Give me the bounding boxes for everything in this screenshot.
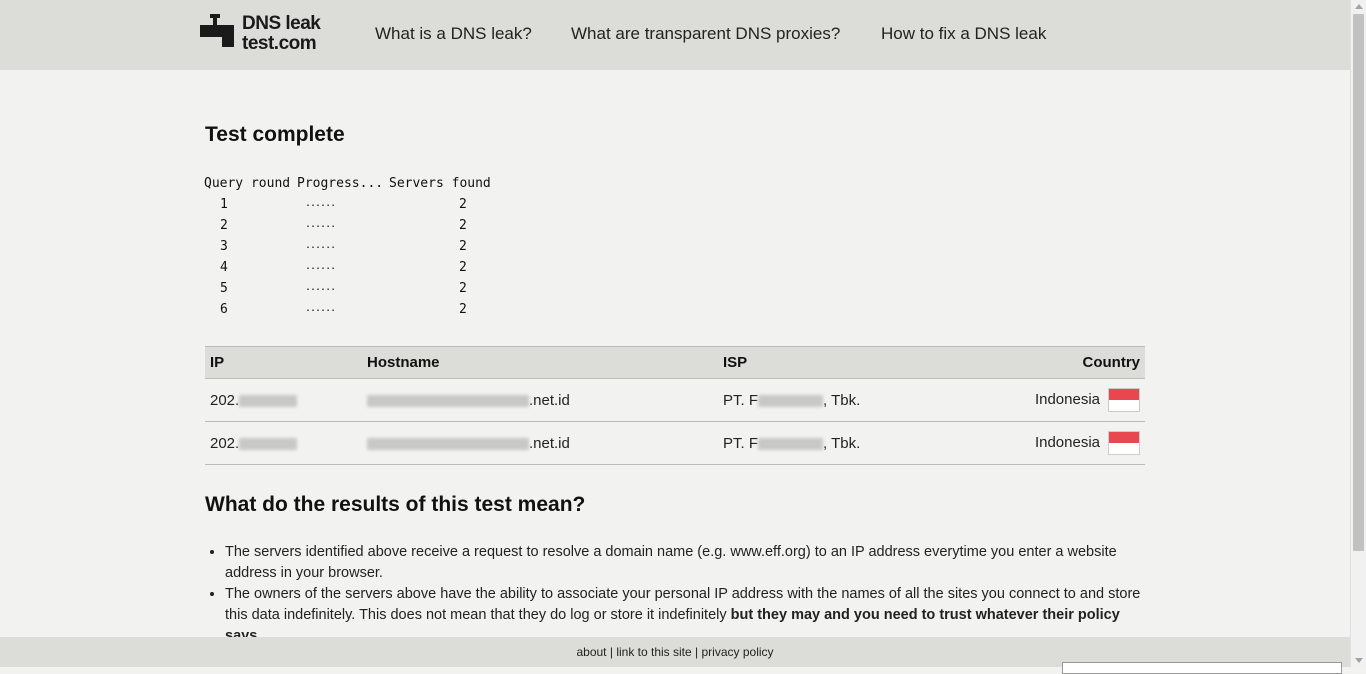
- servers-found-count: 2: [459, 281, 467, 296]
- servers-found-count: 2: [459, 218, 467, 233]
- explanation-list: The servers identified above receive a r…: [205, 542, 1155, 637]
- progress-header: Progress...: [297, 176, 384, 191]
- servers-found-count: 2: [459, 302, 467, 317]
- query-row: 3 ...... 2: [204, 239, 504, 260]
- table-row: 202. .net.id PT. F , Tbk. Indonesia: [205, 378, 1145, 422]
- query-round-number: 3: [220, 239, 228, 254]
- progress-dots: ......: [305, 261, 336, 272]
- hostname-column-header: Hostname: [362, 346, 718, 379]
- ip-cell: 202.: [205, 421, 362, 465]
- bullet-text: The servers identified above receive a r…: [225, 544, 1117, 581]
- redacted-ip: [239, 437, 298, 450]
- servers-found-header: Servers found: [389, 176, 491, 191]
- isp-prefix: PT. F: [723, 391, 759, 409]
- query-round-number: 6: [220, 302, 228, 317]
- main-content: Test complete Query round Progress... Se…: [0, 70, 1350, 637]
- scroll-down-arrow-icon[interactable]: [1355, 658, 1363, 663]
- country-name: Indonesia: [1034, 433, 1100, 451]
- redacted-isp: [758, 394, 824, 407]
- logo-text: DNS leak test.com: [242, 13, 321, 54]
- site-logo[interactable]: DNS leak test.com: [200, 14, 335, 56]
- hostname-cell: .net.id: [362, 421, 718, 465]
- isp-suffix: , Tbk.: [823, 391, 861, 409]
- list-item: The servers identified above receive a r…: [225, 542, 1155, 584]
- query-round-number: 2: [220, 218, 228, 233]
- progress-dots: ......: [305, 198, 336, 209]
- test-status-title: Test complete: [205, 123, 345, 146]
- isp-column-header: ISP: [718, 346, 978, 379]
- servers-found-count: 2: [459, 239, 467, 254]
- ip-prefix: 202.: [210, 434, 240, 452]
- redacted-hostname: [367, 437, 529, 450]
- scroll-thumb[interactable]: [1353, 14, 1364, 551]
- isp-suffix: , Tbk.: [823, 434, 861, 452]
- isp-cell: PT. F , Tbk.: [718, 421, 978, 465]
- scroll-up-arrow-icon[interactable]: [1355, 4, 1363, 9]
- indonesia-flag-icon: [1108, 431, 1140, 455]
- hostname-suffix: .net.id: [529, 434, 570, 452]
- country-cell: Indonesia: [978, 378, 1145, 422]
- progress-dots: ......: [305, 219, 336, 230]
- privacy-policy-link[interactable]: privacy policy: [702, 645, 774, 659]
- logo-line-2: test.com: [242, 33, 317, 54]
- table-header-row: IP Hostname ISP Country: [205, 346, 1145, 379]
- vertical-scrollbar[interactable]: [1350, 0, 1366, 667]
- country-name: Indonesia: [1034, 390, 1100, 408]
- footer-separator: |: [609, 645, 613, 659]
- progress-dots: ......: [305, 303, 336, 314]
- nav-link-fix-dns-leak[interactable]: How to fix a DNS leak: [881, 24, 1046, 44]
- query-round-header: Query round: [204, 176, 291, 191]
- isp-cell: PT. F , Tbk.: [718, 378, 978, 422]
- redacted-isp: [758, 437, 824, 450]
- isp-prefix: PT. F: [723, 434, 759, 452]
- query-row: 2 ...... 2: [204, 218, 504, 239]
- hostname-suffix: .net.id: [529, 391, 570, 409]
- servers-found-count: 2: [459, 197, 467, 212]
- redacted-ip: [239, 394, 298, 407]
- query-round-number: 5: [220, 281, 228, 296]
- results-meaning-heading: What do the results of this test mean?: [205, 493, 586, 516]
- ip-cell: 202.: [205, 378, 362, 422]
- country-cell: Indonesia: [978, 421, 1145, 465]
- ip-prefix: 202.: [210, 391, 240, 409]
- table-row: 202. .net.id PT. F , Tbk. Indonesia: [205, 421, 1145, 465]
- site-header: DNS leak test.com What is a DNS leak? Wh…: [0, 0, 1350, 70]
- indonesia-flag-icon: [1108, 388, 1140, 412]
- progress-dots: ......: [305, 240, 336, 251]
- progress-dots: ......: [305, 282, 336, 293]
- servers-found-count: 2: [459, 260, 467, 275]
- about-link[interactable]: about: [576, 645, 606, 659]
- logo-line-1: DNS leak: [242, 13, 321, 34]
- link-to-site-link[interactable]: link to this site: [616, 645, 691, 659]
- dns-servers-table: IP Hostname ISP Country 202. .net.id PT.…: [205, 346, 1145, 465]
- list-item: The owners of the servers above have the…: [225, 584, 1155, 637]
- nav-link-what-is-dns-leak[interactable]: What is a DNS leak?: [375, 24, 532, 44]
- footer-separator: |: [695, 645, 699, 659]
- query-row: 1 ...... 2: [204, 197, 504, 218]
- query-row: 4 ...... 2: [204, 260, 504, 281]
- query-row: 6 ...... 2: [204, 302, 504, 323]
- popup-edge: [1062, 662, 1342, 674]
- hostname-cell: .net.id: [362, 378, 718, 422]
- query-round-number: 1: [220, 197, 228, 212]
- country-column-header: Country: [978, 346, 1145, 379]
- ip-column-header: IP: [205, 346, 362, 379]
- nav-link-transparent-dns-proxies[interactable]: What are transparent DNS proxies?: [571, 24, 840, 44]
- faucet-icon: [200, 14, 234, 47]
- redacted-hostname: [367, 394, 529, 407]
- query-round-number: 4: [220, 260, 228, 275]
- query-row: 5 ...... 2: [204, 281, 504, 302]
